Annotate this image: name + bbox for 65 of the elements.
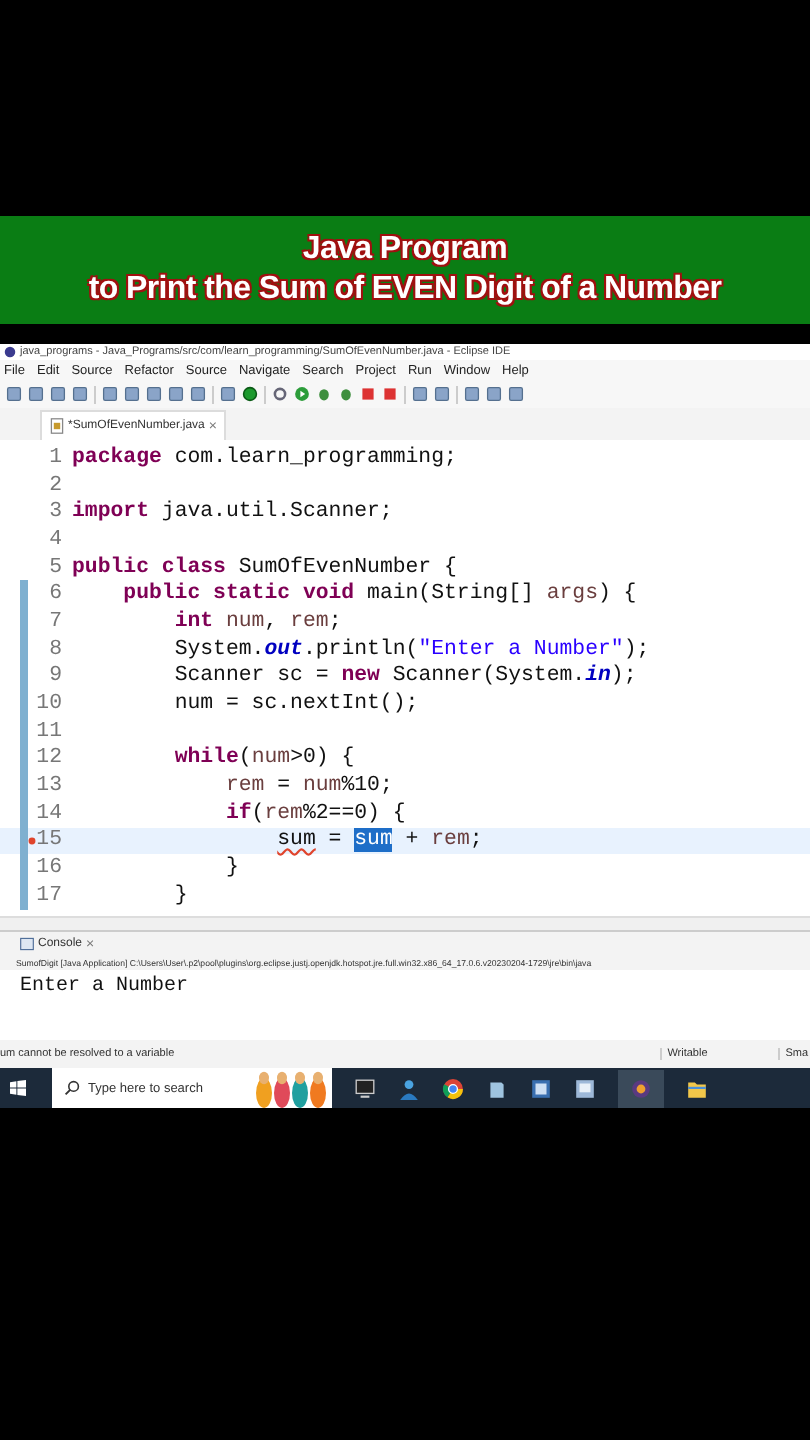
circle-icon[interactable] bbox=[242, 386, 258, 402]
line-number: 17 bbox=[36, 883, 62, 908]
line-number: 1 bbox=[47, 445, 62, 470]
line-number: 8 bbox=[47, 637, 62, 662]
eclipse-icon[interactable] bbox=[618, 1069, 664, 1107]
line-number: 5 bbox=[47, 555, 62, 580]
square-icon[interactable] bbox=[6, 386, 22, 402]
square-icon[interactable] bbox=[146, 386, 162, 402]
square-icon[interactable] bbox=[50, 386, 66, 402]
code-line: if(rem%2==0) { bbox=[223, 801, 406, 826]
line-number: 16 bbox=[36, 856, 62, 881]
square-icon[interactable] bbox=[464, 386, 480, 402]
banner-title: Java Program bbox=[302, 232, 508, 268]
square-icon[interactable] bbox=[412, 386, 428, 402]
java-file-icon bbox=[50, 418, 64, 434]
line-number: 14 bbox=[36, 801, 62, 826]
banner-title: to Print the Sum of EVEN Digit of a Number bbox=[88, 272, 722, 308]
console-icon bbox=[20, 936, 34, 952]
line-number: 10 bbox=[36, 692, 62, 717]
line-number: 15 bbox=[36, 828, 62, 853]
run-icon[interactable] bbox=[294, 386, 310, 402]
square-icon[interactable] bbox=[434, 386, 450, 402]
code-line: } bbox=[223, 856, 239, 881]
line-number: 2 bbox=[47, 473, 62, 498]
code-line: while(num>0) { bbox=[172, 746, 355, 771]
square-icon[interactable] bbox=[190, 386, 206, 402]
line-number: 9 bbox=[47, 664, 62, 689]
code-line: Scanner sc = new Scanner(System.in); bbox=[172, 664, 637, 689]
browser-icon[interactable] bbox=[442, 1077, 464, 1099]
eclipse-logo-icon bbox=[4, 346, 16, 358]
square-icon[interactable] bbox=[486, 386, 502, 402]
line-number: 7 bbox=[47, 609, 62, 634]
code-line: num = sc.nextInt(); bbox=[172, 692, 419, 717]
code-line: System.out.println("Enter a Number"); bbox=[172, 637, 650, 662]
code-line: rem = num%10; bbox=[223, 774, 393, 799]
settings-icon[interactable] bbox=[272, 386, 288, 402]
console-output: Enter a Number bbox=[18, 973, 191, 1002]
document-icon[interactable] bbox=[486, 1077, 508, 1099]
square-icon[interactable] bbox=[168, 386, 184, 402]
line-number: 11 bbox=[36, 719, 62, 744]
code-line: } bbox=[172, 883, 188, 908]
folder-icon[interactable] bbox=[686, 1077, 708, 1099]
code-line: public static void main(String[] args) { bbox=[121, 582, 637, 607]
code-line: sum = sum + rem; bbox=[275, 828, 483, 853]
square-icon[interactable] bbox=[28, 386, 44, 402]
line-number: 3 bbox=[47, 500, 62, 525]
square-icon[interactable] bbox=[102, 386, 118, 402]
line-number: 6 bbox=[47, 582, 62, 607]
square-icon[interactable] bbox=[220, 386, 236, 402]
code-line: import java.util.Scanner; bbox=[72, 500, 393, 525]
windows-logo-icon[interactable] bbox=[10, 1080, 26, 1096]
line-number: 13 bbox=[36, 774, 62, 799]
square-icon[interactable] bbox=[124, 386, 140, 402]
square-icon[interactable] bbox=[72, 386, 88, 402]
code-line: int num, rem; bbox=[172, 609, 342, 634]
line-number: 12 bbox=[36, 746, 62, 771]
window-icon[interactable] bbox=[574, 1077, 596, 1099]
person-icon[interactable] bbox=[398, 1077, 420, 1099]
square-icon[interactable] bbox=[508, 386, 524, 402]
search-icon bbox=[64, 1080, 80, 1096]
monitor-icon[interactable] bbox=[354, 1077, 376, 1099]
window-icon[interactable] bbox=[530, 1077, 552, 1099]
code-line: package com.learn_programming; bbox=[72, 445, 457, 470]
code-line: public class SumOfEvenNumber { bbox=[72, 555, 457, 580]
line-number: 4 bbox=[47, 527, 62, 552]
